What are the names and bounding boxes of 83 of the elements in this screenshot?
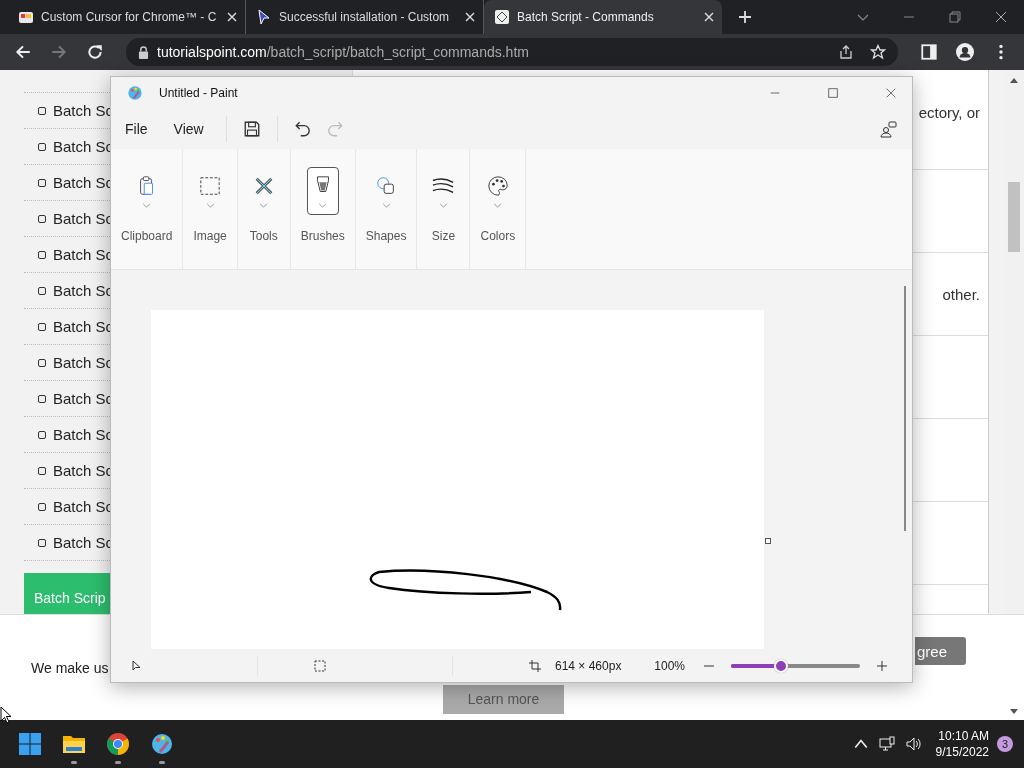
chevron-down-icon — [259, 202, 269, 208]
agree-button[interactable]: gree — [915, 637, 966, 665]
group-label: Colors — [480, 229, 516, 243]
chevron-down-icon — [142, 202, 152, 208]
group-label: Shapes — [365, 229, 407, 243]
bullet-icon — [38, 538, 46, 547]
chevron-down-icon — [318, 202, 328, 208]
zoom-in-icon[interactable] — [876, 659, 888, 672]
chrome-icon — [106, 732, 130, 756]
url-domain: tutorialspoint.com — [157, 44, 267, 60]
scrollbar-thumb[interactable] — [904, 286, 906, 531]
content-text: other. — [942, 285, 981, 303]
resize-handle[interactable] — [765, 538, 771, 544]
bullet-icon — [38, 394, 46, 403]
group-label: Clipboard — [121, 229, 173, 243]
back-icon[interactable] — [14, 43, 32, 61]
bullet-icon — [38, 322, 46, 331]
new-tab-icon[interactable] — [738, 10, 752, 24]
selection-icon — [314, 659, 326, 672]
bullet-icon — [38, 250, 46, 259]
zoom-slider[interactable] — [731, 658, 860, 673]
group-label: Brushes — [300, 229, 345, 243]
forward-icon[interactable] — [50, 43, 68, 61]
volume-icon[interactable] — [904, 736, 921, 752]
scroll-down-icon[interactable] — [1009, 708, 1019, 716]
canvas-size-icon — [529, 659, 541, 672]
reload-icon[interactable] — [86, 43, 104, 61]
slider-thumb[interactable] — [774, 658, 789, 673]
bullet-icon — [38, 430, 46, 439]
chevron-down-icon — [205, 202, 215, 208]
bullet-icon — [38, 502, 46, 511]
bullet-icon — [38, 142, 46, 151]
browser-tab[interactable]: Batch Script - Commands — [484, 0, 722, 34]
people-icon[interactable] — [880, 120, 898, 138]
palette-icon — [150, 732, 174, 756]
palette-icon — [127, 85, 143, 101]
group-label: Image — [193, 229, 227, 243]
selection-icon — [199, 174, 222, 197]
notification-badge[interactable]: 3 — [997, 736, 1013, 752]
clock-date[interactable]: 9/15/2022 — [935, 744, 989, 760]
profile-icon[interactable] — [956, 43, 974, 61]
bullet-icon — [38, 466, 46, 475]
running-indicator — [159, 761, 165, 764]
url-path: /batch_script/batch_script_commands.htm — [266, 44, 529, 60]
cookie-text: We make us — [31, 659, 109, 676]
bullet-icon — [38, 358, 46, 367]
running-indicator — [115, 761, 121, 764]
share-icon[interactable] — [838, 44, 854, 60]
star-icon[interactable] — [870, 44, 886, 60]
window-title: Untitled - Paint — [159, 86, 238, 100]
network-icon[interactable] — [878, 736, 895, 752]
bullet-icon — [38, 106, 46, 115]
bullet-icon — [38, 286, 46, 295]
undo-icon[interactable] — [293, 120, 312, 138]
clock-time[interactable]: 10:10 AM — [938, 728, 989, 744]
side-panel-icon[interactable] — [920, 43, 938, 61]
site-logo-icon — [494, 9, 510, 25]
content-text: ectory, or — [918, 104, 981, 121]
restore-icon[interactable] — [948, 10, 962, 24]
start-icon — [18, 732, 42, 756]
menu-item[interactable]: File — [115, 117, 158, 141]
arrow-cursor-icon — [256, 9, 272, 25]
menu-item[interactable]: View — [163, 117, 214, 141]
zoom-level: 100% — [654, 658, 685, 673]
palette-icon — [486, 174, 509, 197]
running-indicator — [71, 761, 77, 764]
scrollbar-thumb[interactable] — [1008, 182, 1020, 252]
close-icon[interactable] — [994, 10, 1008, 24]
bullet-icon — [38, 178, 46, 187]
canvas-size: 614 × 460px — [555, 658, 622, 673]
group-label: Tools — [249, 229, 278, 243]
save-icon[interactable] — [242, 120, 261, 138]
group-label: Size — [431, 229, 456, 243]
scroll-up-icon[interactable] — [1009, 76, 1019, 84]
lock-icon — [138, 45, 149, 59]
chevron-down-icon — [493, 202, 503, 208]
bullet-icon — [38, 214, 46, 223]
address-bar[interactable]: tutorialspoint.com/batch_script/batch_script_commands.htm — [126, 38, 898, 66]
ribbon-tool-button[interactable] — [306, 167, 339, 215]
chevron-down-icon — [381, 202, 391, 208]
maximize-icon[interactable] — [827, 87, 839, 99]
chevron-down-icon — [438, 202, 448, 208]
pointer-icon — [131, 659, 143, 672]
